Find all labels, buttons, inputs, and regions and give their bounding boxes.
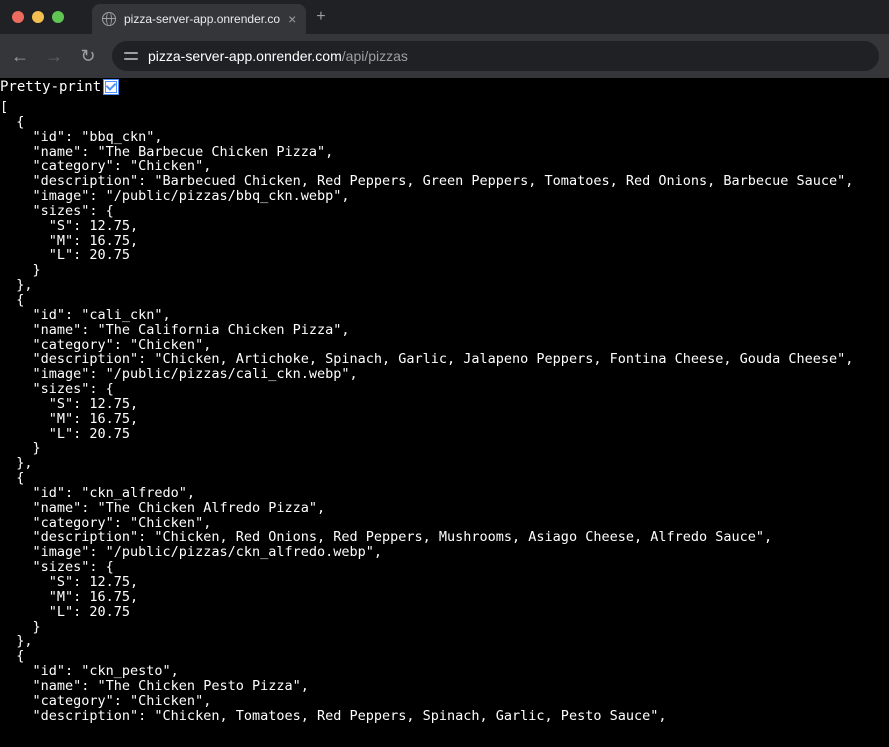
window-minimize-button[interactable] <box>32 11 44 23</box>
tab-title: pizza-server-app.onrender.co <box>124 12 280 26</box>
reload-icon: ↻ <box>80 47 95 65</box>
globe-icon <box>102 12 116 26</box>
pretty-print-checkbox-wrap <box>103 79 119 95</box>
pretty-print-checkbox[interactable] <box>105 81 117 93</box>
pretty-print-label: Pretty-print <box>0 79 101 95</box>
close-tab-icon[interactable]: × <box>288 11 296 27</box>
window-close-button[interactable] <box>12 11 24 23</box>
browser-tab[interactable]: pizza-server-app.onrender.co × <box>92 4 306 34</box>
tune-icon <box>124 50 138 62</box>
address-bar[interactable]: pizza-server-app.onrender.com/api/pizzas <box>112 41 879 71</box>
arrow-right-icon: → <box>45 47 63 65</box>
pretty-print-bar: Pretty-print <box>0 78 889 96</box>
arrow-left-icon: ← <box>11 47 29 65</box>
titlebar: pizza-server-app.onrender.co × + <box>0 0 889 34</box>
tab-strip: pizza-server-app.onrender.co × + <box>92 0 326 34</box>
url-host: pizza-server-app.onrender.com <box>148 48 342 64</box>
url-path: /api/pizzas <box>342 48 408 64</box>
forward-button[interactable]: → <box>44 46 64 66</box>
window-maximize-button[interactable] <box>52 11 64 23</box>
reload-button[interactable]: ↻ <box>78 46 98 66</box>
url-text: pizza-server-app.onrender.com/api/pizzas <box>148 48 408 64</box>
new-tab-button[interactable]: + <box>316 8 325 26</box>
site-settings-button[interactable] <box>124 50 138 62</box>
back-button[interactable]: ← <box>10 46 30 66</box>
browser-toolbar: ← → ↻ pizza-server-app.onrender.com/api/… <box>0 34 889 78</box>
json-response-body[interactable]: [ { "id": "bbq_ckn", "name": "The Barbec… <box>0 96 889 723</box>
